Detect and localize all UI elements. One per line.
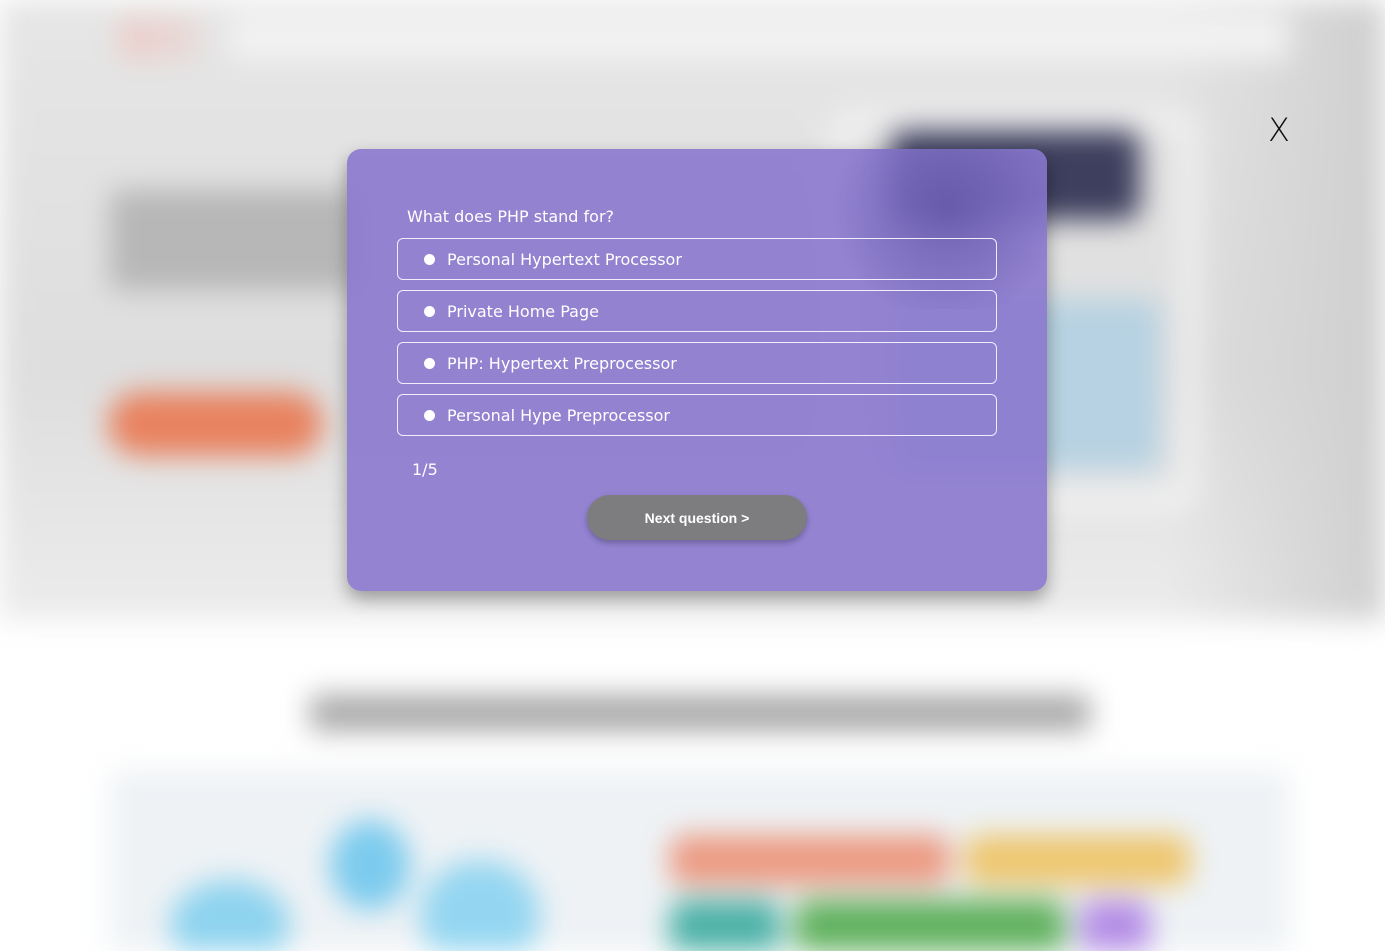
background-navbar bbox=[230, 14, 1290, 60]
next-question-button[interactable]: Next question > bbox=[587, 495, 807, 540]
answer-option[interactable]: PHP: Hypertext Preprocessor bbox=[397, 342, 997, 384]
quiz-progress: 1/5 bbox=[412, 460, 438, 479]
background-logo bbox=[120, 18, 200, 58]
radio-icon[interactable] bbox=[424, 357, 435, 369]
background-cta-button bbox=[108, 392, 323, 456]
background-tag bbox=[965, 835, 1190, 885]
answer-option[interactable]: Personal Hype Preprocessor bbox=[397, 394, 997, 436]
radio-icon[interactable] bbox=[424, 305, 435, 317]
answer-option[interactable]: Private Home Page bbox=[397, 290, 997, 332]
answer-option[interactable]: Personal Hypertext Processor bbox=[397, 238, 997, 280]
background-tag bbox=[795, 900, 1065, 951]
quiz-question: What does PHP stand for? bbox=[407, 207, 615, 226]
background-tag bbox=[670, 900, 780, 951]
answer-option-label: Private Home Page bbox=[447, 301, 599, 321]
answer-option-label: PHP: Hypertext Preprocessor bbox=[447, 353, 677, 373]
quiz-modal: What does PHP stand for? Personal Hypert… bbox=[347, 149, 1047, 591]
background-heading bbox=[110, 190, 360, 290]
radio-icon[interactable] bbox=[424, 409, 435, 421]
background-illustration bbox=[330, 820, 410, 910]
answer-option-label: Personal Hype Preprocessor bbox=[447, 405, 670, 425]
radio-icon[interactable] bbox=[424, 253, 435, 265]
background-section-title bbox=[310, 695, 1090, 731]
answer-option-label: Personal Hypertext Processor bbox=[447, 249, 682, 269]
background-tag bbox=[1080, 900, 1150, 951]
close-button[interactable]: X bbox=[1262, 110, 1296, 150]
background-tag bbox=[670, 835, 950, 885]
answer-options: Personal Hypertext Processor Private Hom… bbox=[397, 238, 997, 446]
